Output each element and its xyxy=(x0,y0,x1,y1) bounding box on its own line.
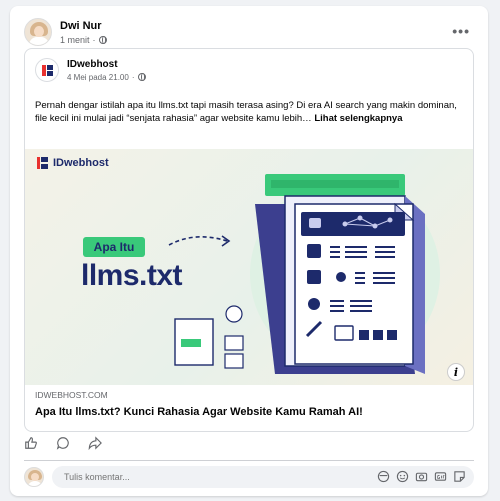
shared-post-header: IDwebhost 4 Mei pada 21.00 · xyxy=(35,58,146,82)
camera-icon[interactable] xyxy=(415,470,428,483)
comment-input[interactable] xyxy=(64,472,264,482)
shared-meta: 4 Mei pada 21.00 · xyxy=(67,73,146,82)
thumb-up-icon[interactable] xyxy=(24,436,38,450)
commenter-avatar[interactable] xyxy=(24,467,44,487)
see-more-link[interactable]: Lihat selengkapnya xyxy=(314,113,402,124)
page-logo[interactable] xyxy=(35,58,59,82)
comment-box xyxy=(52,466,474,488)
more-options-icon[interactable]: ••• xyxy=(452,23,470,39)
post-header: Dwi Nur 1 menit · ••• xyxy=(24,15,474,49)
post-meta: 1 menit · xyxy=(60,35,107,45)
emoji-icon[interactable] xyxy=(396,470,409,483)
avatar-sticker-icon[interactable] xyxy=(377,470,390,483)
banner-pill: Apa Itu xyxy=(83,237,145,257)
globe-icon xyxy=(98,35,107,44)
link-preview-image[interactable]: IDwebhost Apa Itu llms.txt i xyxy=(25,149,473,385)
post-card: Dwi Nur 1 menit · ••• IDwebhost 4 Mei pa… xyxy=(10,6,488,496)
post-time[interactable]: 1 menit xyxy=(60,35,90,45)
post-actions xyxy=(24,436,102,450)
banner-brand: IDwebhost xyxy=(37,157,109,169)
brand-logo-icon xyxy=(37,157,49,169)
sticker-icon[interactable] xyxy=(453,470,466,483)
author-name[interactable]: Dwi Nur xyxy=(60,20,107,32)
link-title[interactable]: Apa Itu llms.txt? Kunci Rahasia Agar Web… xyxy=(35,406,363,418)
shared-post: IDwebhost 4 Mei pada 21.00 · Pernah deng… xyxy=(24,48,474,432)
gif-icon[interactable] xyxy=(434,470,447,483)
globe-icon xyxy=(137,73,146,81)
link-domain[interactable]: IDWEBHOST.COM xyxy=(35,390,108,400)
divider xyxy=(24,460,474,461)
speech-bubble-icon[interactable] xyxy=(56,436,70,450)
info-icon[interactable]: i xyxy=(447,363,465,381)
avatar[interactable] xyxy=(24,18,52,46)
website-illustration xyxy=(174,174,440,374)
post-text: Pernah dengar istilah apa itu llms.txt t… xyxy=(35,100,457,124)
shared-time[interactable]: 4 Mei pada 21.00 xyxy=(67,73,129,82)
comment-row xyxy=(24,463,474,491)
page-name[interactable]: IDwebhost xyxy=(67,59,146,70)
share-arrow-icon[interactable] xyxy=(88,436,102,450)
comment-tools xyxy=(377,470,466,483)
